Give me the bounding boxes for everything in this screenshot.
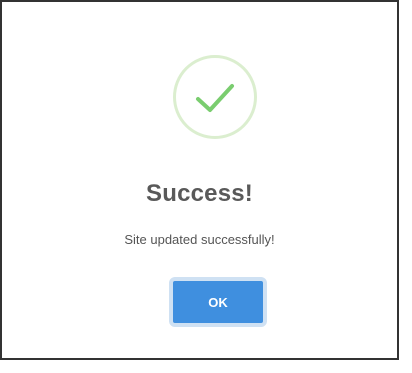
dialog-title: Success! (146, 180, 253, 207)
success-icon-ring (173, 55, 257, 139)
ok-button[interactable]: OK (169, 277, 267, 327)
dialog-frame: Success! Site updated successfully! OK (0, 0, 399, 360)
success-check-icon (188, 70, 242, 124)
success-dialog: Success! Site updated successfully! OK (2, 2, 397, 358)
dialog-message: Site updated successfully! (124, 232, 275, 247)
